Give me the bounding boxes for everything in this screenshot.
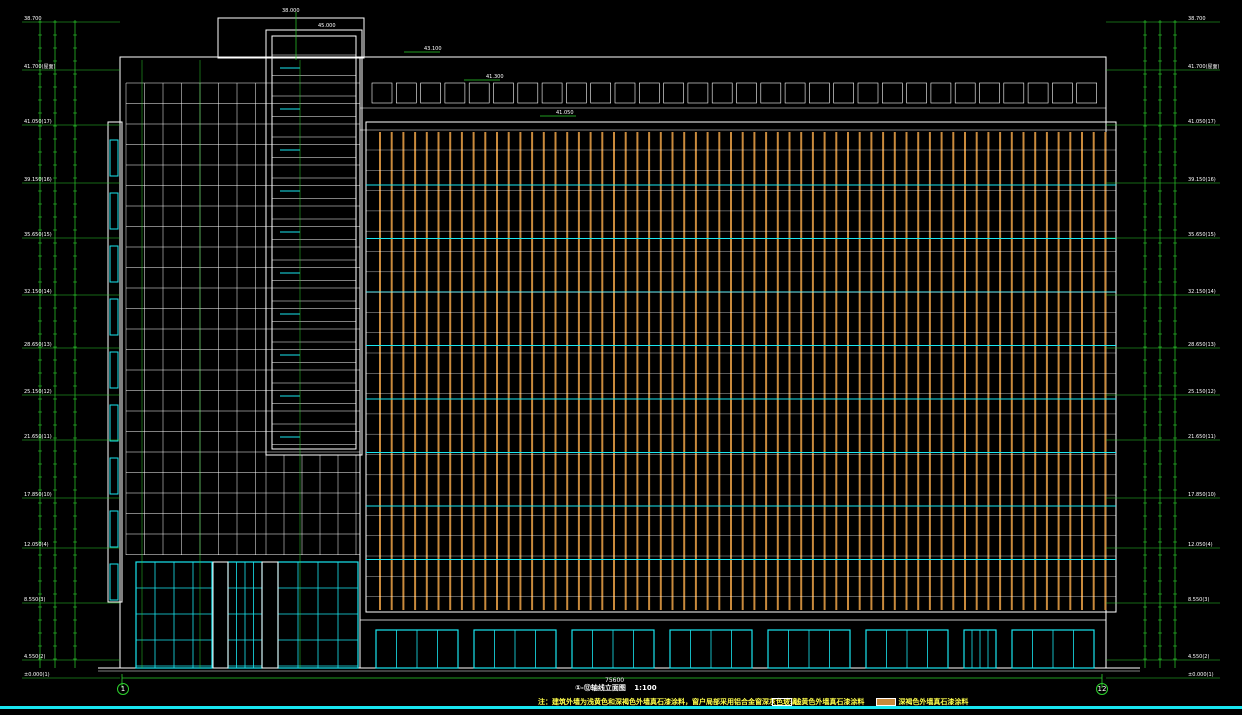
top-window [760,82,782,104]
louver-panel-frame [365,121,1117,613]
top-window [566,82,587,104]
top-window [1027,82,1049,104]
pier [261,561,279,669]
stair-core-inner [271,35,357,450]
level-label-right: 41.050(17) [1188,119,1216,125]
level-label-left: 32.150(14) [24,289,52,295]
roof-machine-room [217,17,365,59]
level-label-right: 17.850(10) [1188,492,1216,498]
level-label-right: 41.700(屋面) [1188,64,1219,70]
level-label-right: 38.700 [1188,16,1206,22]
building-linework [22,12,1220,688]
top-window [614,82,636,104]
level-label-right: ±0.000(1) [1188,672,1214,678]
top-window [1003,82,1025,104]
level-label-left: 35.650(15) [24,232,52,238]
level-label-right: 21.650(11) [1188,434,1216,440]
top-window [687,82,709,104]
top-window [954,82,976,104]
level-label-left: 28.650(13) [24,342,52,348]
top-window [784,82,806,104]
level-label-right: 12.050(4) [1188,542,1213,548]
top-window [541,82,563,104]
level-label-right: 35.650(15) [1188,232,1216,238]
side-glass-window [109,298,119,336]
level-label-left: 25.150(12) [24,389,52,395]
level-label-left: 12.050(4) [24,542,49,548]
axis-bubble-12: 12 [1096,683,1108,695]
top-window [468,82,490,104]
level-label-right: 32.150(14) [1188,289,1216,295]
stair-core-outline [265,29,363,456]
top-dim-label: 43.100 [424,46,442,52]
top-window [420,82,441,104]
pier [212,561,229,669]
level-label-right: 25.150(12) [1188,389,1216,395]
level-label-left: 8.550(3) [24,597,45,603]
annotation-layer: 38.700 38.700 41.700(屋面) 41.700(屋面) 41.050(1… [24,8,1219,678]
top-window [663,82,684,104]
top-window [833,82,855,104]
level-label-left: 39.150(16) [24,177,52,183]
top-window [517,82,539,104]
side-glass-window [109,351,119,389]
level-label-left: 17.850(10) [24,492,52,498]
top-window [493,82,514,104]
level-label-right: 8.550(3) [1188,597,1209,603]
top-window [711,82,733,104]
side-glass-window [109,139,119,177]
top-window [395,82,417,104]
top-dim-label: 45.000 [318,23,336,29]
level-label-left: 4.550(2) [24,654,45,660]
top-window [590,82,612,104]
top-window [979,82,1000,104]
top-window [371,82,393,104]
side-glass-window [109,510,119,548]
top-window [638,82,660,104]
side-glass-window [109,457,119,495]
legend-swatch-light [772,698,792,706]
axis-bubble-1: 1 [117,683,129,695]
level-label-right: 28.650(13) [1188,342,1216,348]
drawing-title: 1 ①-⑫轴线立面图 1:100 [575,684,657,692]
top-window [809,82,830,104]
side-glass-window [109,245,119,283]
top-window [1052,82,1073,104]
top-window [930,82,952,104]
level-label-right: 4.550(2) [1188,654,1209,660]
level-label-left: 41.050(17) [24,119,52,125]
side-glass-window [109,563,119,601]
total-length: 75600 [605,677,625,684]
top-dim-label: 38.000 [282,8,300,14]
top-window [444,82,466,104]
side-glass-window [109,404,119,442]
level-label-left: ±0.000(1) [24,672,50,678]
side-glass-window [109,192,119,230]
level-label-left: 38.700 [24,16,42,22]
level-label-left: 41.700(屋面) [24,64,55,70]
top-dim-label: 41.300 [486,74,504,80]
top-dim-label: 41.050 [556,110,574,116]
top-window [857,82,879,104]
level-label-right: 39.150(16) [1188,177,1216,183]
bottom-scroll-bar [0,706,1242,709]
top-window [906,82,927,104]
legend-swatch-dark [876,698,896,706]
level-label-left: 21.650(11) [24,434,52,440]
elevation-drawing: 38.700 38.700 41.700(屋面) 41.700(屋面) 41.050(1… [22,8,1220,688]
top-window [881,82,903,104]
top-window [1076,82,1097,104]
top-window [736,82,757,104]
